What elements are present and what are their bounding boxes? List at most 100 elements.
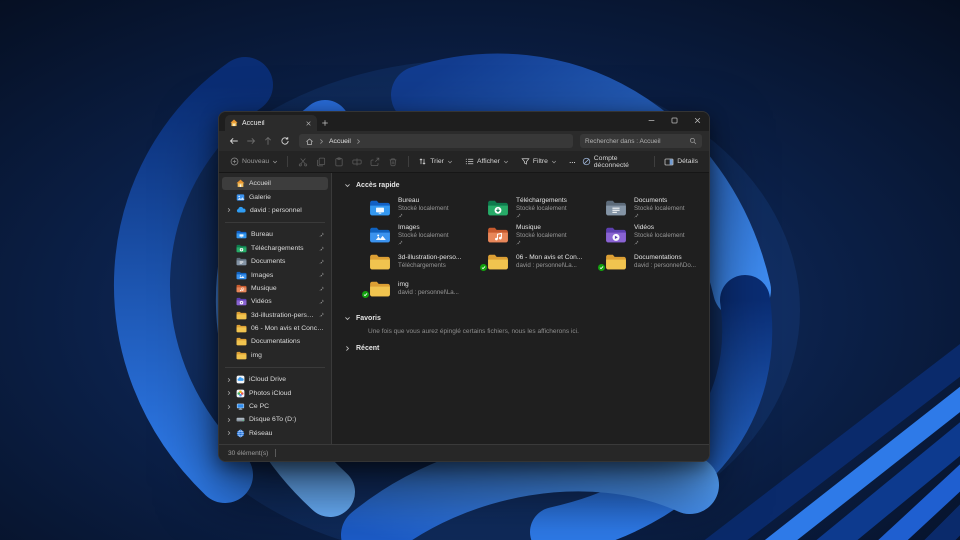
section-favoris[interactable]: Favoris bbox=[344, 311, 701, 325]
rename-icon bbox=[352, 157, 362, 167]
sidebar-item-videos[interactable]: Vidéos bbox=[222, 295, 328, 308]
pin-icon bbox=[634, 213, 685, 218]
delete-button[interactable] bbox=[387, 155, 400, 169]
tile-telechargements[interactable]: TéléchargementsStocké localement bbox=[486, 194, 604, 221]
chevron-down-icon bbox=[272, 159, 278, 165]
section-quick-access[interactable]: Accès rapide bbox=[344, 178, 701, 192]
expander-chevron-icon[interactable] bbox=[226, 430, 232, 436]
rename-button[interactable] bbox=[351, 155, 364, 169]
sidebar-item-06-mon-avis[interactable]: 06 - Mon avis et Conclusion bbox=[222, 322, 328, 335]
paste-button[interactable] bbox=[333, 155, 346, 169]
sidebar-item-accueil[interactable]: Accueil bbox=[222, 177, 328, 190]
new-tab-button[interactable] bbox=[317, 115, 333, 131]
pin-icon bbox=[516, 213, 567, 218]
sidebar-item-galerie[interactable]: Galerie bbox=[222, 190, 328, 203]
back-button[interactable] bbox=[226, 134, 241, 148]
tile-images[interactable]: ImagesStocké localement bbox=[368, 221, 486, 248]
toolbar-right: Compte déconnecté Détails bbox=[579, 155, 701, 169]
folder-icon bbox=[236, 337, 247, 346]
share-button[interactable] bbox=[369, 155, 382, 169]
sidebar-item-onedrive[interactable]: david : personnel bbox=[222, 204, 328, 217]
details-button[interactable]: Détails bbox=[661, 157, 701, 167]
quick-access-grid: BureauStocké localement TéléchargementsS… bbox=[368, 194, 701, 302]
forward-button[interactable] bbox=[243, 134, 258, 148]
tab-bar: Accueil bbox=[219, 112, 709, 131]
copy-button[interactable] bbox=[315, 155, 328, 169]
pin-icon bbox=[319, 246, 325, 252]
new-button-label: Nouveau bbox=[242, 158, 269, 165]
music-folder-icon bbox=[236, 284, 247, 293]
sidebar-item-disque-d[interactable]: Disque 6To (D:) bbox=[222, 413, 328, 426]
sidebar-item-bureau[interactable]: Bureau bbox=[222, 228, 328, 241]
folder-icon bbox=[605, 253, 627, 271]
search-input[interactable] bbox=[585, 138, 686, 145]
chevron-right-icon[interactable] bbox=[344, 345, 351, 352]
sidebar-item-icloud-drive[interactable]: iCloud Drive bbox=[222, 373, 328, 386]
sidebar-item-3d-illustration[interactable]: 3d-illustration-person-with-sunglasses bbox=[222, 309, 328, 322]
plus-icon bbox=[321, 119, 329, 127]
refresh-button[interactable] bbox=[277, 134, 292, 148]
tab-title: Accueil bbox=[242, 120, 301, 127]
network-icon bbox=[236, 429, 245, 438]
sidebar-item-reseau[interactable]: Réseau bbox=[222, 427, 328, 440]
expander-chevron-icon[interactable] bbox=[226, 404, 232, 410]
pin-icon bbox=[319, 232, 325, 238]
expander-chevron-icon[interactable] bbox=[226, 377, 232, 383]
section-recent[interactable]: Récent bbox=[344, 341, 701, 355]
search-box[interactable] bbox=[580, 134, 702, 148]
view-list-icon bbox=[465, 157, 474, 166]
sidebar-item-ce-pc[interactable]: Ce PC bbox=[222, 400, 328, 413]
new-button[interactable]: Nouveau bbox=[227, 157, 281, 166]
sidebar-item-images[interactable]: Images bbox=[222, 268, 328, 281]
breadcrumb[interactable]: Accueil bbox=[299, 134, 573, 148]
view-button-label: Afficher bbox=[477, 158, 500, 165]
file-explorer-window: Accueil Accueil bbox=[218, 111, 710, 462]
gallery-icon bbox=[236, 193, 245, 202]
tab-accueil[interactable]: Accueil bbox=[225, 115, 317, 131]
more-button[interactable]: … bbox=[566, 158, 579, 165]
tile-img[interactable]: imgdavid : personnel\La... bbox=[368, 275, 486, 302]
cut-button[interactable] bbox=[297, 155, 310, 169]
sidebar-item-documents[interactable]: Documents bbox=[222, 255, 328, 268]
view-button[interactable]: Afficher bbox=[462, 157, 512, 166]
tile-documents[interactable]: DocumentsStocké localement bbox=[604, 194, 709, 221]
sidebar-item-photos-icloud[interactable]: Photos iCloud bbox=[222, 386, 328, 399]
music-folder-icon bbox=[487, 226, 509, 244]
sidebar-item-img[interactable]: img bbox=[222, 349, 328, 362]
expander-chevron-icon[interactable] bbox=[226, 390, 232, 396]
close-button[interactable] bbox=[686, 112, 709, 129]
breadcrumb-location[interactable]: Accueil bbox=[329, 138, 351, 145]
status-bar: 30 élément(s) bbox=[219, 444, 709, 461]
section-title: Récent bbox=[356, 345, 379, 352]
account-status-button[interactable]: Compte déconnecté bbox=[579, 155, 648, 169]
documents-folder-icon bbox=[605, 199, 627, 217]
minimize-button[interactable] bbox=[640, 112, 663, 129]
expander-chevron-icon[interactable] bbox=[226, 417, 232, 423]
share-icon bbox=[370, 157, 380, 167]
tile-bureau[interactable]: BureauStocké localement bbox=[368, 194, 486, 221]
icloud-photos-icon bbox=[236, 389, 245, 398]
sync-check-icon bbox=[362, 291, 369, 298]
tile-videos[interactable]: VidéosStocké localement bbox=[604, 221, 709, 248]
tab-close-icon[interactable] bbox=[305, 120, 312, 127]
folder-icon bbox=[369, 280, 391, 298]
sidebar-item-telechargements[interactable]: Téléchargements bbox=[222, 242, 328, 255]
up-button[interactable] bbox=[260, 134, 275, 148]
expander-chevron-icon[interactable] bbox=[226, 207, 232, 213]
sort-button[interactable]: Trier bbox=[415, 157, 456, 166]
tile-06-mon-avis[interactable]: 06 - Mon avis et Con...david : personnel… bbox=[486, 248, 604, 275]
chevron-down-icon[interactable] bbox=[344, 315, 351, 322]
chevron-down-icon[interactable] bbox=[344, 182, 351, 189]
sync-check-icon bbox=[598, 264, 605, 271]
sidebar-item-musique[interactable]: Musique bbox=[222, 282, 328, 295]
pin-icon bbox=[516, 240, 567, 245]
sidebar-item-documentations[interactable]: Documentations bbox=[222, 335, 328, 348]
maximize-button[interactable] bbox=[663, 112, 686, 129]
filter-button[interactable]: Filtre bbox=[518, 157, 560, 166]
tile-3d-illustration[interactable]: 3d-illustration-perso...Téléchargements bbox=[368, 248, 486, 275]
filter-icon bbox=[521, 157, 530, 166]
tile-documentations[interactable]: Documentationsdavid : personnel\Do... bbox=[604, 248, 709, 275]
desktop-folder-icon bbox=[236, 230, 247, 239]
favorites-hint: Une fois que vous aurez épinglé certains… bbox=[368, 328, 701, 335]
tile-musique[interactable]: MusiqueStocké localement bbox=[486, 221, 604, 248]
